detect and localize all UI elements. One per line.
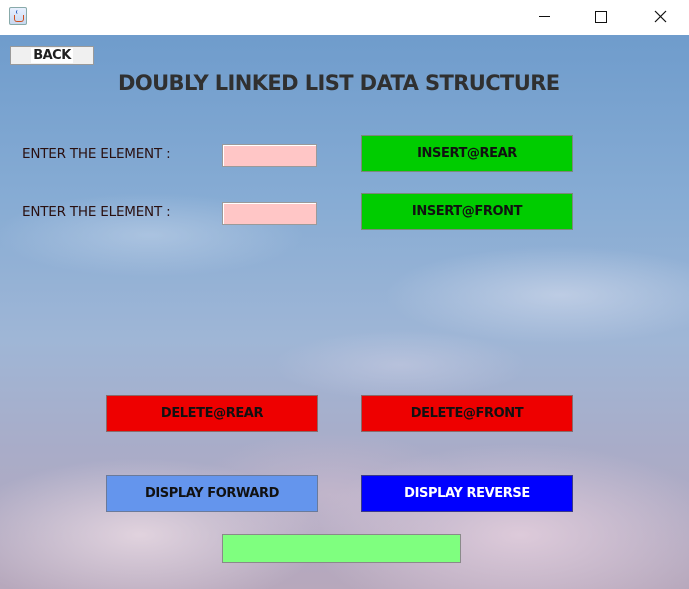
delete-rear-button[interactable]: DELETE@REAR bbox=[106, 395, 318, 432]
insert-front-button[interactable]: INSERT@FRONT bbox=[361, 193, 573, 230]
close-icon bbox=[654, 10, 666, 23]
main-panel: BACK DOUBLY LINKED LIST DATA STRUCTURE E… bbox=[0, 35, 689, 589]
java-app-icon[interactable] bbox=[9, 7, 27, 25]
page-title: DOUBLY LINKED LIST DATA STRUCTURE bbox=[118, 71, 560, 95]
back-button[interactable]: BACK bbox=[10, 46, 94, 65]
element-label-front: ENTER THE ELEMENT : bbox=[22, 204, 171, 220]
minimize-button[interactable] bbox=[521, 0, 567, 33]
element-input-rear[interactable] bbox=[222, 144, 317, 167]
minimize-icon bbox=[538, 16, 550, 17]
back-button-label: BACK bbox=[31, 48, 73, 63]
maximize-button[interactable] bbox=[578, 0, 624, 33]
delete-front-button[interactable]: DELETE@FRONT bbox=[361, 395, 573, 432]
display-forward-button[interactable]: DISPLAY FORWARD bbox=[106, 475, 318, 512]
element-label-rear: ENTER THE ELEMENT : bbox=[22, 146, 171, 162]
element-input-front[interactable] bbox=[222, 202, 317, 225]
maximize-icon bbox=[595, 10, 607, 23]
output-field[interactable] bbox=[222, 534, 461, 563]
insert-rear-button[interactable]: INSERT@REAR bbox=[361, 135, 573, 172]
display-reverse-button[interactable]: DISPLAY REVERSE bbox=[361, 475, 573, 512]
close-button[interactable] bbox=[637, 0, 683, 33]
window-titlebar bbox=[0, 0, 689, 35]
